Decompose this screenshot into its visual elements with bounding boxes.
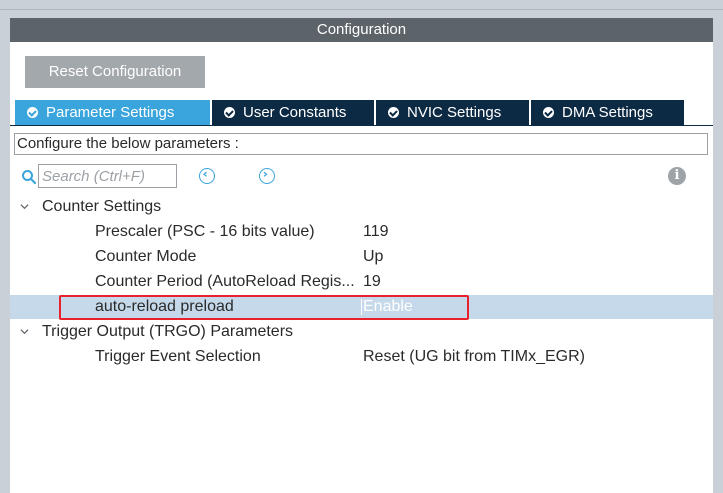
search-icon[interactable] (21, 169, 37, 185)
check-circle-icon (224, 106, 235, 118)
group-trigger-output[interactable]: Trigger Output (TRGO) Parameters (10, 320, 713, 344)
tab-user-constants[interactable]: User Constants (212, 100, 374, 125)
chevron-down-icon (20, 204, 29, 210)
group-counter-settings[interactable]: Counter Settings (10, 195, 713, 219)
reset-configuration-button[interactable]: Reset Configuration (25, 56, 205, 88)
search-input[interactable] (38, 164, 177, 188)
param-row-counter-mode[interactable]: Counter Mode Up (10, 245, 713, 269)
tab-divider (10, 125, 713, 126)
panel-title: Configuration (10, 18, 713, 42)
param-row-counter-period[interactable]: Counter Period (AutoReload Regis... 19 (10, 270, 713, 294)
param-label: Prescaler (PSC - 16 bits value) (95, 223, 315, 240)
check-circle-icon (543, 106, 554, 118)
annotation-highlight-box (59, 295, 469, 320)
tab-parameter-settings[interactable]: Parameter Settings (15, 100, 210, 125)
param-label: Counter Period (AutoReload Regis... (95, 273, 355, 290)
chevron-left-icon (203, 171, 207, 177)
group-label: Trigger Output (TRGO) Parameters (42, 323, 294, 340)
param-row-prescaler[interactable]: Prescaler (PSC - 16 bits value) 119 (10, 220, 713, 244)
chevron-right-icon (263, 171, 268, 177)
tab-dma-settings[interactable]: DMA Settings (531, 100, 684, 125)
param-label: Counter Mode (95, 248, 197, 265)
top-strip (0, 0, 723, 10)
param-value[interactable]: Reset (UG bit from TIMx_EGR) (363, 345, 585, 369)
group-label: Counter Settings (42, 198, 162, 215)
tab-label: User Constants (243, 104, 347, 121)
param-value[interactable]: 19 (363, 270, 381, 294)
param-label: Trigger Event Selection (95, 348, 261, 365)
param-value[interactable]: Up (363, 245, 383, 269)
search-next-button[interactable] (259, 168, 275, 184)
tab-label: Parameter Settings (46, 104, 175, 121)
description-field: Configure the below parameters : (14, 133, 708, 155)
check-circle-icon (27, 106, 38, 118)
tab-label: DMA Settings (562, 104, 653, 121)
tab-label: NVIC Settings (407, 104, 502, 121)
configuration-panel: Configuration Reset Configuration Parame… (10, 18, 713, 493)
param-row-trigger-event-selection[interactable]: Trigger Event Selection Reset (UG bit fr… (10, 345, 713, 369)
chevron-down-icon (20, 329, 29, 335)
param-value[interactable]: 119 (363, 220, 389, 244)
tab-nvic-settings[interactable]: NVIC Settings (376, 100, 529, 125)
check-circle-icon (388, 106, 399, 118)
search-previous-button[interactable] (199, 168, 215, 184)
window-background: Configuration Reset Configuration Parame… (0, 0, 723, 493)
info-icon[interactable]: i (668, 167, 686, 185)
